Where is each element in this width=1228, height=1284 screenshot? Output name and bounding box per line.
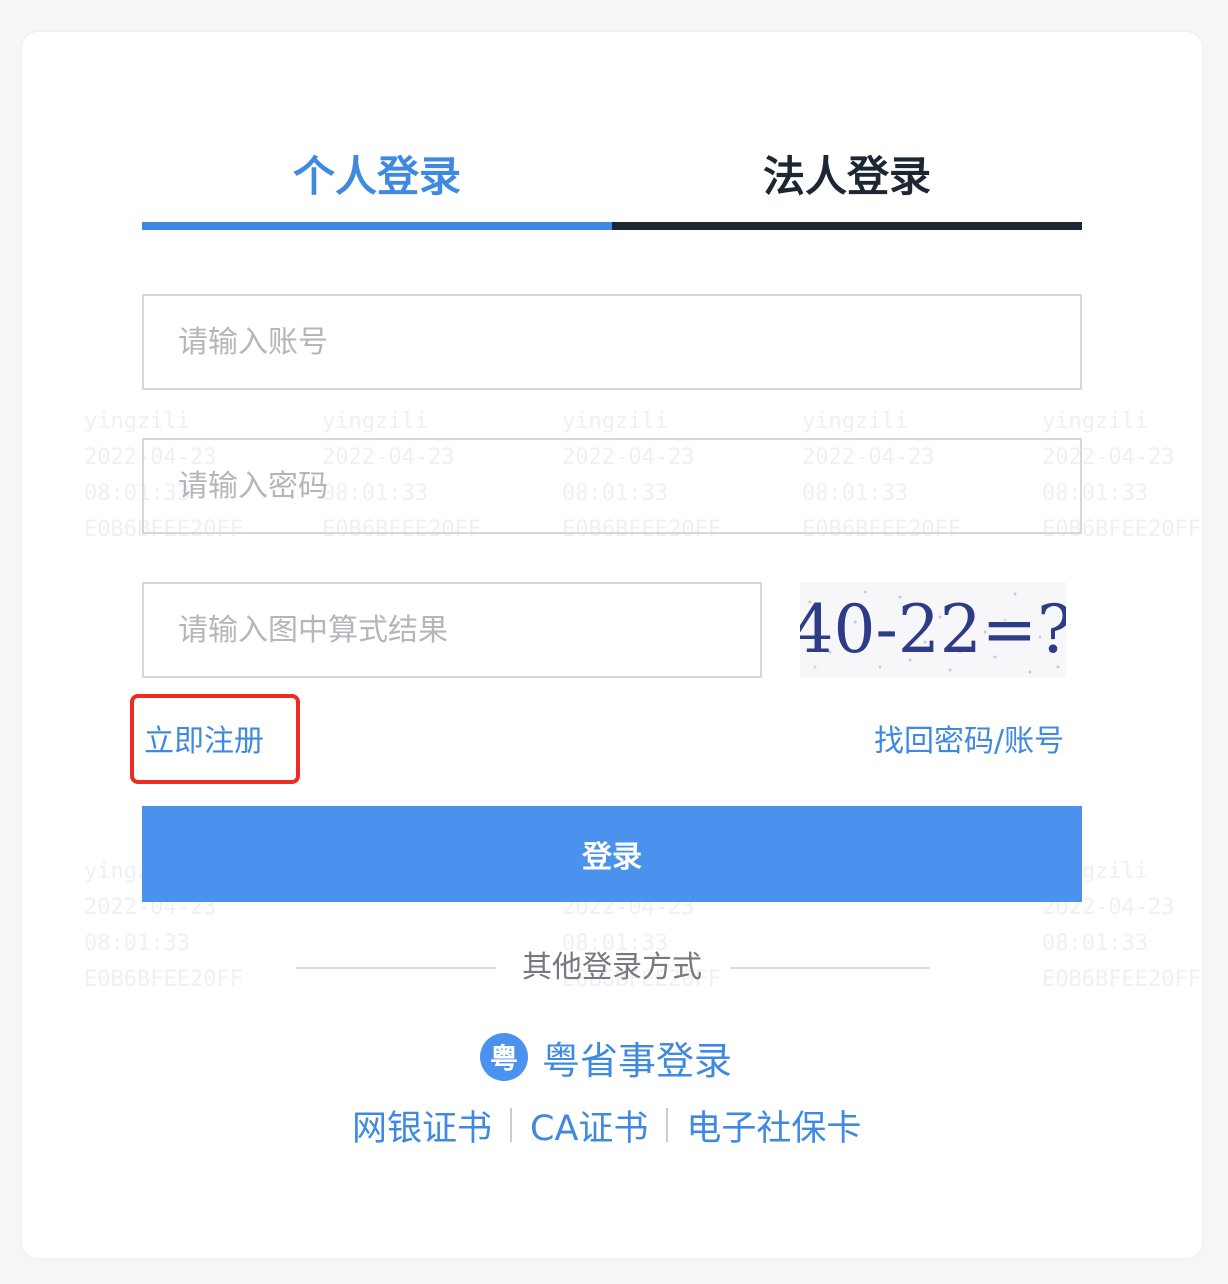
watermark-time: 08:01:33 xyxy=(1042,931,1148,956)
yueshengshi-icon: 粤 xyxy=(480,1033,528,1081)
watermark-user: yingzili xyxy=(84,409,190,434)
account-input[interactable] xyxy=(142,294,1082,390)
tab-personal-login[interactable]: 个人登录 xyxy=(142,142,612,230)
login-card: yingzili 2022-04-23 08:01:33 E0B6BFEE20F… xyxy=(22,32,1202,1258)
watermark-user: yingzili xyxy=(1042,409,1148,434)
password-input[interactable] xyxy=(142,438,1082,534)
watermark-time: 08:01:33 xyxy=(84,931,190,956)
captcha-text: 40-22=? xyxy=(800,591,1066,668)
bank-certificate-link[interactable]: 网银证书 xyxy=(352,1100,492,1151)
watermark-user: yingzili xyxy=(802,409,908,434)
watermark-user: yingzili xyxy=(322,409,428,434)
divider-right xyxy=(730,967,930,969)
tab-corporate-login[interactable]: 法人登录 xyxy=(612,142,1082,230)
yueshengshi-login[interactable]: 粤 粤省事登录 xyxy=(480,1030,732,1084)
ca-certificate-link[interactable]: CA证书 xyxy=(530,1100,648,1151)
watermark-user: yingzili xyxy=(562,409,668,434)
yueshengshi-label: 粤省事登录 xyxy=(542,1038,733,1083)
recover-account-link[interactable]: 找回密码/账号 xyxy=(874,722,1064,762)
login-button[interactable]: 登录 xyxy=(142,806,1082,902)
method-separator xyxy=(666,1108,669,1142)
divider-left xyxy=(296,967,496,969)
login-methods: 网银证书 CA证书 电子社保卡 xyxy=(352,1100,861,1151)
other-login-label: 其他登录方式 xyxy=(522,950,702,985)
captcha-image[interactable]: 40-22=? xyxy=(800,582,1066,678)
watermark-code: E0B6BFEE20FF xyxy=(1042,967,1201,992)
watermark-code: E0B6BFEE20FF xyxy=(84,967,243,992)
method-separator xyxy=(510,1108,513,1142)
register-link[interactable]: 立即注册 xyxy=(144,722,264,762)
login-type-tabs: 个人登录 法人登录 xyxy=(142,142,1082,230)
captcha-input[interactable] xyxy=(142,582,762,678)
social-security-card-link[interactable]: 电子社保卡 xyxy=(686,1100,861,1151)
